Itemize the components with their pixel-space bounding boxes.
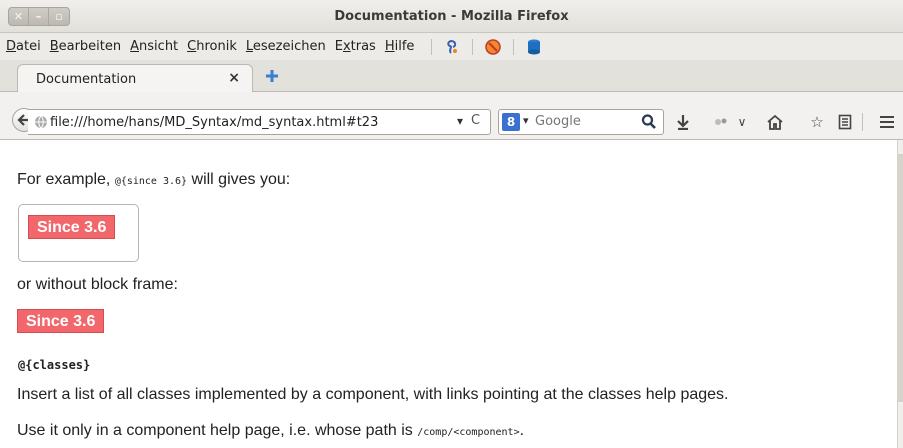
- url-text: file:///home/hans/MD_Syntax/md_syntax.ht…: [50, 115, 379, 130]
- since-badge: Since 3.6: [28, 215, 116, 239]
- window-title: Documentation - Mozilla Firefox: [334, 9, 569, 24]
- globe-icon: [35, 115, 47, 129]
- hamburger-menu-icon[interactable]: [876, 111, 898, 133]
- download-icon[interactable]: [672, 111, 694, 133]
- addon-toolbar-icon[interactable]: [710, 111, 732, 133]
- inline-code: /comp/<component>: [417, 427, 520, 438]
- scroll-thumb[interactable]: [897, 154, 903, 402]
- url-bar[interactable]: file:///home/hans/MD_Syntax/md_syntax.ht…: [28, 109, 491, 135]
- google-engine-icon[interactable]: 8: [502, 113, 520, 131]
- tab-documentation[interactable]: Documentation ×: [17, 64, 253, 93]
- plus-icon: [266, 70, 278, 82]
- star-icon[interactable]: ☆: [806, 111, 828, 133]
- scrollbar[interactable]: [897, 140, 903, 448]
- search-input[interactable]: [535, 114, 635, 129]
- chevron-down-icon[interactable]: ▾: [457, 114, 463, 128]
- tab-title: Documentation: [36, 72, 137, 87]
- navigation-bar: file:///home/hans/MD_Syntax/md_syntax.ht…: [0, 92, 903, 140]
- menu-bar: Datei Bearbeiten Ansicht Chronik Lesezei…: [0, 33, 903, 60]
- without-frame-paragraph: or without block frame:: [17, 276, 178, 293]
- menu-lesezeichen[interactable]: Lesezeichen: [246, 39, 332, 54]
- menu-extras[interactable]: Extras: [335, 39, 382, 54]
- tab-close-icon[interactable]: ×: [228, 70, 240, 86]
- block-frame: Since 3.6: [18, 204, 139, 262]
- menu-hilfe[interactable]: Hilfe: [385, 39, 421, 54]
- menu-separator: [431, 38, 433, 55]
- page-content: For example, @{since 3.6} will gives you…: [0, 140, 903, 448]
- search-icon[interactable]: [641, 113, 657, 131]
- tab-bar: Documentation ×: [0, 60, 903, 93]
- title-bar: ✕ – ▫ Documentation - Mozilla Firefox: [0, 0, 903, 33]
- bookmarks-icon[interactable]: [834, 111, 856, 133]
- database-addon-icon[interactable]: [525, 38, 543, 56]
- search-bar[interactable]: 8 ▾: [498, 109, 664, 135]
- new-tab-button[interactable]: [262, 66, 282, 86]
- toolbar-separator: [862, 113, 863, 131]
- insert-paragraph: Insert a list of all classes implemented…: [17, 386, 729, 403]
- classes-heading: @{classes}: [18, 358, 91, 372]
- menu-separator: [472, 38, 474, 55]
- menu-chronik[interactable]: Chronik: [187, 39, 243, 54]
- menu-datei[interactable]: Datei: [6, 39, 47, 54]
- example-paragraph: For example, @{since 3.6} will gives you…: [17, 171, 291, 188]
- reload-icon[interactable]: C: [471, 113, 480, 128]
- menu-ansicht[interactable]: Ansicht: [130, 39, 184, 54]
- menu-bearbeiten[interactable]: Bearbeiten: [50, 39, 127, 54]
- chevron-down-icon[interactable]: ∨: [731, 111, 753, 133]
- chevron-down-icon[interactable]: ▾: [523, 114, 529, 127]
- inline-code: @{since 3.6}: [114, 176, 188, 187]
- use-paragraph: Use it only in a component help page, i.…: [17, 422, 525, 439]
- menu-separator: [513, 38, 515, 55]
- browser-window: ✕ – ▫ Documentation - Mozilla Firefox Da…: [0, 0, 903, 448]
- since-badge: Since 3.6: [17, 309, 105, 333]
- swirl-addon-icon[interactable]: [443, 38, 461, 56]
- block-addon-icon[interactable]: [484, 38, 502, 56]
- home-icon[interactable]: [764, 111, 786, 133]
